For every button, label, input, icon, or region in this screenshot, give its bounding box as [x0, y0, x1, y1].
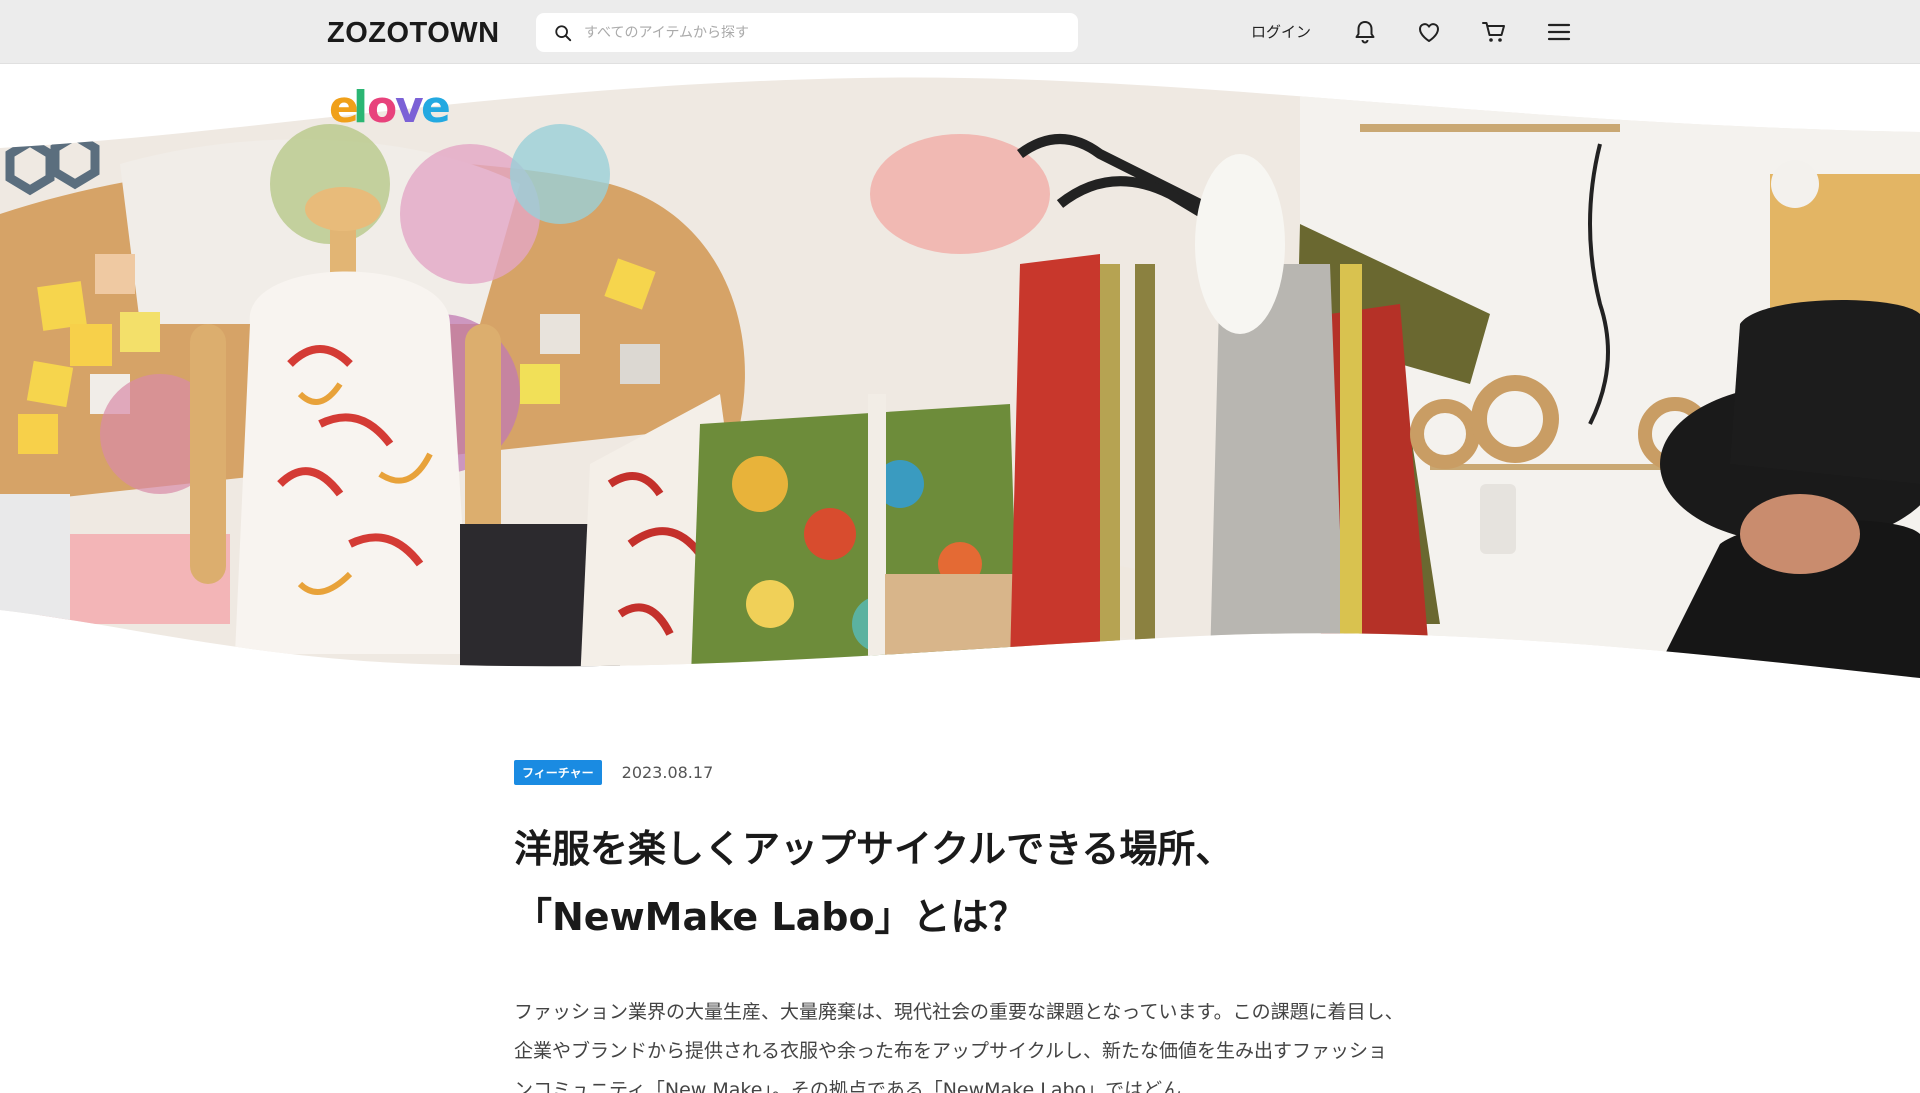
article: フィーチャー 2023.08.17 洋服を楽しくアップサイクルできる場所、 「N… [514, 760, 1404, 1093]
cart-icon[interactable] [1480, 18, 1508, 46]
article-title-line2: 「NewMake Labo」とは？ [514, 895, 1027, 939]
search-icon [555, 24, 572, 41]
zozotown-logo[interactable]: ZOZOTOWN [327, 17, 500, 50]
search-bar[interactable] [536, 13, 1078, 52]
category-tag[interactable]: フィーチャー [514, 760, 602, 785]
article-title: 洋服を楽しくアップサイクルできる場所、 「NewMake Labo」とは？ [514, 815, 1404, 951]
svg-text:l: l [353, 82, 368, 130]
search-input[interactable] [584, 24, 1054, 41]
elove-brand-logo[interactable]: e l o v e [327, 80, 467, 130]
publish-date: 2023.08.17 [621, 763, 714, 782]
article-lead: ファッション業界の大量生産、大量廃棄は、現代社会の重要な課題となっています。この… [514, 1001, 1404, 1093]
menu-icon[interactable] [1545, 18, 1573, 46]
login-link[interactable]: ログイン [1251, 21, 1311, 42]
svg-text:e: e [421, 82, 451, 130]
bell-icon[interactable] [1351, 18, 1379, 46]
article-meta: フィーチャー 2023.08.17 [514, 760, 1404, 785]
svg-text:o: o [367, 82, 397, 130]
heart-icon[interactable] [1415, 18, 1443, 46]
hero-image [0, 64, 1920, 684]
top-header: ZOZOTOWN ログイン [0, 0, 1920, 64]
svg-text:v: v [395, 82, 424, 130]
article-title-line1: 洋服を楽しくアップサイクルできる場所、 [514, 827, 1234, 871]
